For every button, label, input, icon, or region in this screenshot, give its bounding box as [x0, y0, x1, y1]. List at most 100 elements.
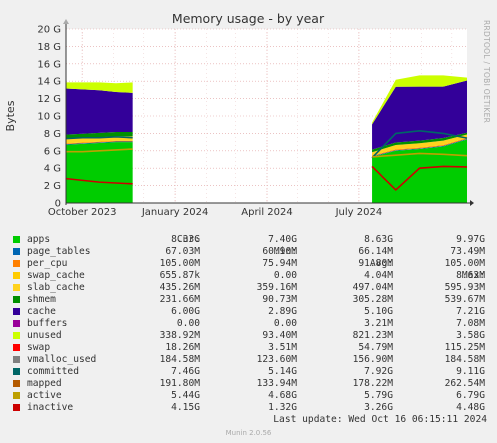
- y-tick-label: 6 G: [44, 146, 61, 157]
- legend-row-mapped: mapped 191.80M 133.94M 178.22M 262.54M: [10, 378, 490, 390]
- legend-min: 123.60M: [256, 354, 297, 365]
- x-tick-label: January 2024: [141, 207, 209, 218]
- legend-min: 90.73M: [262, 294, 297, 305]
- legend-max: 7.21G: [456, 306, 485, 317]
- legend-name: cache: [27, 306, 56, 317]
- legend-swatch: [13, 248, 20, 255]
- legend-name: vmalloc_used: [27, 354, 97, 365]
- area-cache: [66, 88, 133, 135]
- legend-avg: 5.10G: [364, 306, 393, 317]
- y-tick-label: 12 G: [37, 94, 61, 105]
- legend-name: mapped: [27, 378, 62, 389]
- legend-name: swap: [27, 342, 51, 353]
- legend-swatch: [13, 332, 20, 339]
- legend-swatch: [13, 356, 20, 363]
- legend-avg: 3.21M: [364, 318, 393, 329]
- legend-table: Cur: Min: Avg: Max: apps 8.33G 7.40G 8.63G 9…: [10, 222, 490, 414]
- legend-row-apps: apps 8.33G 7.40G 8.63G 9.97G: [10, 234, 490, 246]
- legend-cur: 5.44G: [171, 390, 200, 401]
- legend-min: 133.94M: [256, 378, 297, 389]
- legend-max: 262.54M: [444, 378, 485, 389]
- legend-avg: 54.79M: [358, 342, 393, 353]
- legend-name: active: [27, 390, 62, 401]
- legend-swatch: [13, 320, 20, 327]
- legend-max: 8.63M: [456, 270, 485, 281]
- legend-cur: 18.26M: [165, 342, 200, 353]
- legend-avg: 91.80M: [358, 258, 393, 269]
- legend-max: 3.58G: [456, 330, 485, 341]
- legend-row-committed: committed 7.46G 5.14G 7.92G 9.11G: [10, 366, 490, 378]
- legend-name: slab_cache: [27, 282, 85, 293]
- legend-row-active: active 5.44G 4.68G 5.79G 6.79G: [10, 390, 490, 402]
- legend-min: 5.14G: [268, 366, 297, 377]
- legend-rows: apps 8.33G 7.40G 8.63G 9.97G page_tables 67.03…: [10, 234, 490, 414]
- legend-swatch: [13, 284, 20, 291]
- legend-cur: 0.00: [176, 318, 200, 329]
- legend-cur: 231.66M: [159, 294, 200, 305]
- legend-min: 4.68G: [268, 390, 297, 401]
- y-axis-arrow: [63, 19, 69, 24]
- legend-cur: 7.46G: [171, 366, 200, 377]
- y-tick-label: 10 G: [37, 112, 61, 123]
- chart-title: Memory usage - by year: [172, 11, 325, 26]
- legend-swatch: [13, 380, 20, 387]
- legend-row-inactive: inactive 4.15G 1.32G 3.26G 4.48G: [10, 402, 490, 414]
- y-tick-label: 20 G: [37, 25, 61, 36]
- legend-min: 3.51M: [268, 342, 297, 353]
- legend-name: inactive: [27, 402, 74, 413]
- legend-name: page_tables: [27, 246, 91, 257]
- legend-min: 2.89G: [268, 306, 297, 317]
- legend-swatch: [13, 296, 20, 303]
- memory-usage-chart: 02 G4 G6 G8 G10 G12 G14 G16 G18 G20 GOct…: [4, 11, 491, 218]
- legend-avg: 4.04M: [364, 270, 393, 281]
- legend-row-swap_cache: swap_cache 655.87k 0.00 4.04M 8.63M: [10, 270, 490, 282]
- legend-avg: 7.92G: [364, 366, 393, 377]
- legend-min: 359.16M: [256, 282, 297, 293]
- legend-max: 6.79G: [456, 390, 485, 401]
- legend-avg: 178.22M: [352, 378, 393, 389]
- legend-swatch: [13, 236, 20, 243]
- y-tick-label: 14 G: [37, 77, 61, 88]
- legend-name: shmem: [27, 294, 56, 305]
- legend-swatch: [13, 272, 20, 279]
- legend-cur: 184.58M: [159, 354, 200, 365]
- legend-min: 0.00: [273, 318, 297, 329]
- legend-cur: 338.92M: [159, 330, 200, 341]
- legend-cur: 8.33G: [171, 234, 200, 245]
- legend-max: 184.58M: [444, 354, 485, 365]
- legend-row-unused: unused 338.92M 93.40M 821.23M 3.58G: [10, 330, 490, 342]
- legend-name: apps: [27, 234, 51, 245]
- legend-name: unused: [27, 330, 62, 341]
- legend-row-vmalloc_used: vmalloc_used 184.58M 123.60M 156.90M 184.58M: [10, 354, 490, 366]
- legend-avg: 497.04M: [352, 282, 393, 293]
- legend-swatch: [13, 308, 20, 315]
- legend-min: 0.00: [273, 270, 297, 281]
- legend-row-cache: cache 6.00G 2.89G 5.10G 7.21G: [10, 306, 490, 318]
- legend-name: swap_cache: [27, 270, 85, 281]
- legend-max: 9.11G: [456, 366, 485, 377]
- legend-max: 4.48G: [456, 402, 485, 413]
- legend-min: 1.32G: [268, 402, 297, 413]
- legend-min: 7.40G: [268, 234, 297, 245]
- legend-avg: 8.63G: [364, 234, 393, 245]
- legend-swatch: [13, 404, 20, 411]
- legend-cur: 105.00M: [159, 258, 200, 269]
- legend-cur: 4.15G: [171, 402, 200, 413]
- legend-avg: 3.26G: [364, 402, 393, 413]
- y-tick-label: 2 G: [44, 181, 61, 192]
- legend-max: 73.49M: [450, 246, 485, 257]
- legend-name: buffers: [27, 318, 68, 329]
- legend-avg: 156.90M: [352, 354, 393, 365]
- legend-avg: 305.28M: [352, 294, 393, 305]
- legend-cur: 6.00G: [171, 306, 200, 317]
- legend-max: 9.97G: [456, 234, 485, 245]
- legend-max: 115.25M: [444, 342, 485, 353]
- legend-max: 539.67M: [444, 294, 485, 305]
- legend-min: 60.90M: [262, 246, 297, 257]
- legend-max: 105.00M: [444, 258, 485, 269]
- legend-min: 93.40M: [262, 330, 297, 341]
- legend-row-per_cpu: per_cpu 105.00M 75.94M 91.80M 105.00M: [10, 258, 490, 270]
- legend-avg: 821.23M: [352, 330, 393, 341]
- x-tick-label: July 2024: [335, 207, 383, 218]
- legend-swatch: [13, 368, 20, 375]
